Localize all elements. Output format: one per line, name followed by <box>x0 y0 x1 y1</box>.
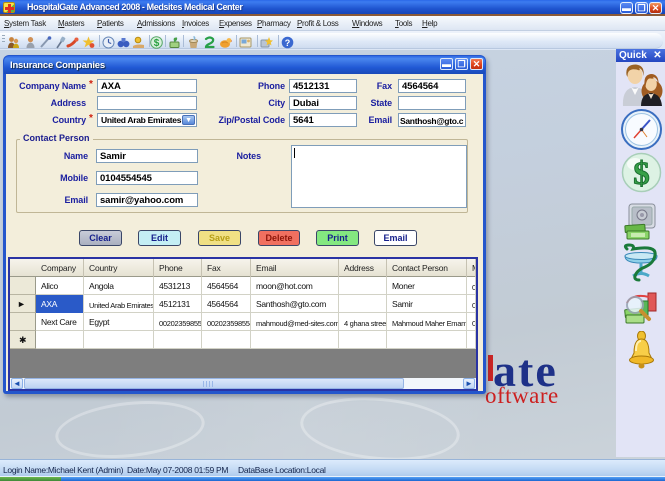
svg-text:$: $ <box>633 156 650 192</box>
svg-text:?: ? <box>285 38 291 48</box>
svg-text:$: $ <box>154 38 160 49</box>
